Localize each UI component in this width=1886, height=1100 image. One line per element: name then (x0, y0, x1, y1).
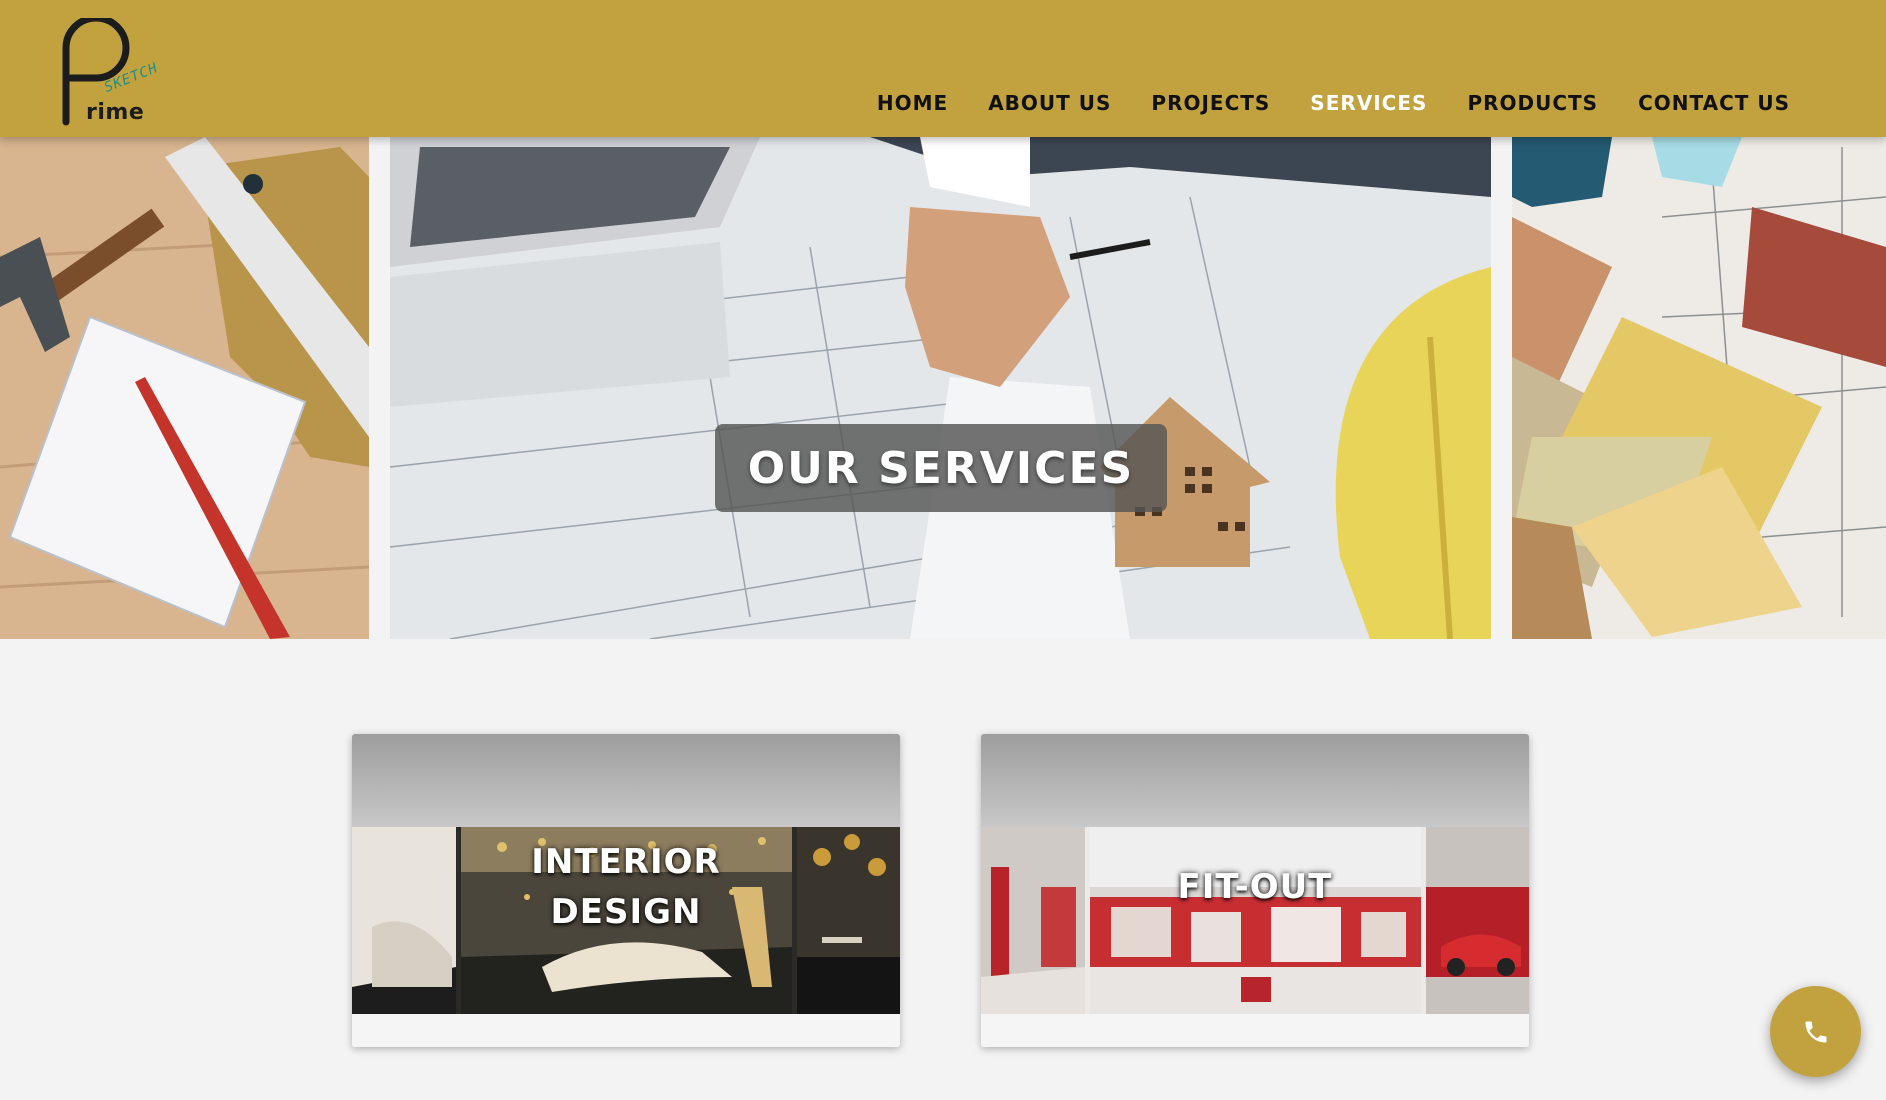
card-footer-band (981, 1014, 1529, 1047)
hero-banner: OUR SERVICES (0, 137, 1886, 639)
page-title: OUR SERVICES (747, 442, 1135, 494)
hero-title-box: OUR SERVICES (715, 424, 1167, 512)
nav-about-us[interactable]: ABOUT US (988, 88, 1111, 118)
service-title-line2: DESIGN (550, 892, 702, 932)
main-nav: HOME ABOUT US PROJECTS SERVICES PRODUCTS… (877, 88, 1790, 118)
nav-home[interactable]: HOME (877, 88, 948, 118)
nav-projects[interactable]: PROJECTS (1151, 88, 1270, 118)
service-title-line1: INTERIOR (531, 842, 721, 882)
hero-image-materials (1512, 137, 1886, 639)
nav-services[interactable]: SERVICES (1310, 88, 1427, 118)
card-header-band (981, 734, 1529, 827)
nav-contact-us[interactable]: CONTACT US (1638, 88, 1790, 118)
site-header: SKETCH rime HOME ABOUT US PROJECTS SERVI… (0, 0, 1886, 137)
nav-products[interactable]: PRODUCTS (1467, 88, 1598, 118)
card-header-band (352, 734, 900, 827)
hero-image-handshake (390, 137, 1491, 639)
service-title: FIT-OUT (1177, 867, 1333, 907)
phone-icon (1805, 1021, 1826, 1042)
hero-image-tools (0, 137, 369, 639)
service-card-interior-design[interactable]: INTERIOR DESIGN (352, 734, 900, 1047)
service-image-fit-out (981, 827, 1529, 1014)
logo-wordmark: rime (86, 100, 145, 125)
call-button[interactable] (1770, 986, 1861, 1077)
card-footer-band (352, 1014, 900, 1047)
brand-logo[interactable]: SKETCH rime (58, 14, 176, 128)
service-card-fit-out[interactable]: FIT-OUT (981, 734, 1529, 1047)
